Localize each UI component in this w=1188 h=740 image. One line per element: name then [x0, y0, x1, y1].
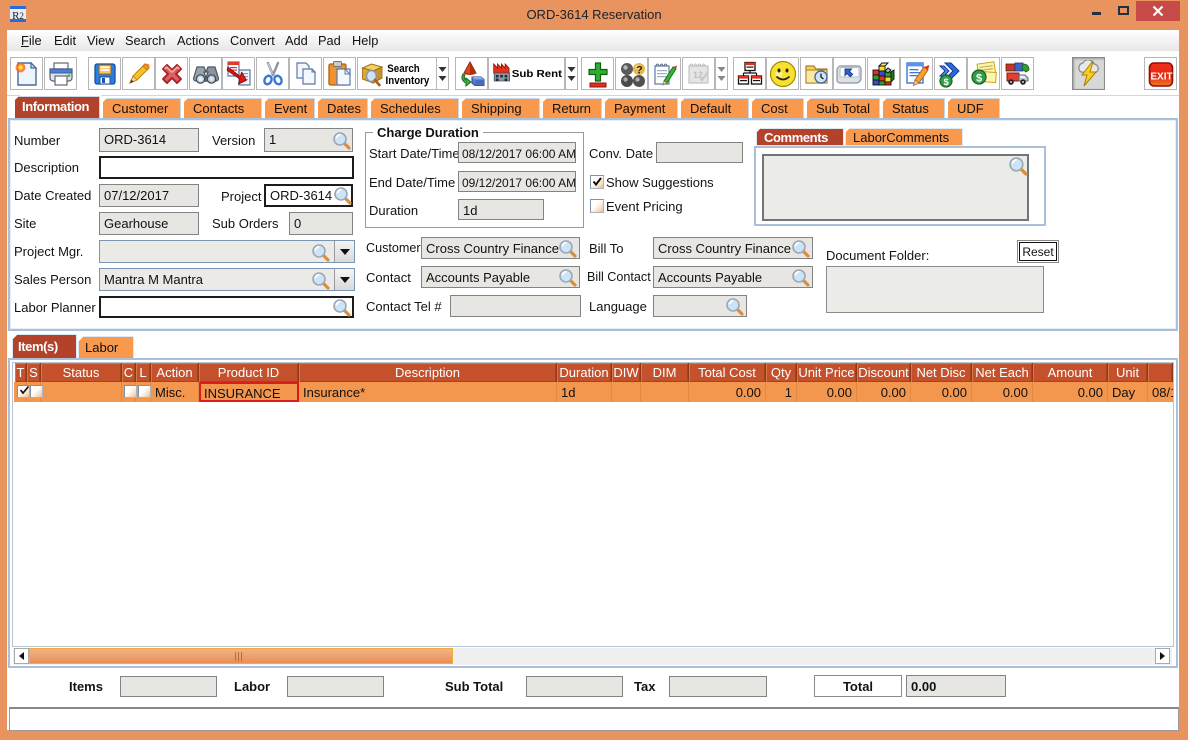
svg-text:Inventory: Inventory — [385, 75, 429, 87]
svg-text:EXIT: EXIT — [1150, 71, 1172, 82]
svg-text:?: ? — [636, 64, 643, 76]
svg-text:Search: Search — [387, 63, 419, 75]
svg-text:$: $ — [943, 77, 949, 88]
svg-text:$: $ — [976, 72, 982, 84]
svg-text:Sub Rent: Sub Rent — [511, 68, 562, 79]
